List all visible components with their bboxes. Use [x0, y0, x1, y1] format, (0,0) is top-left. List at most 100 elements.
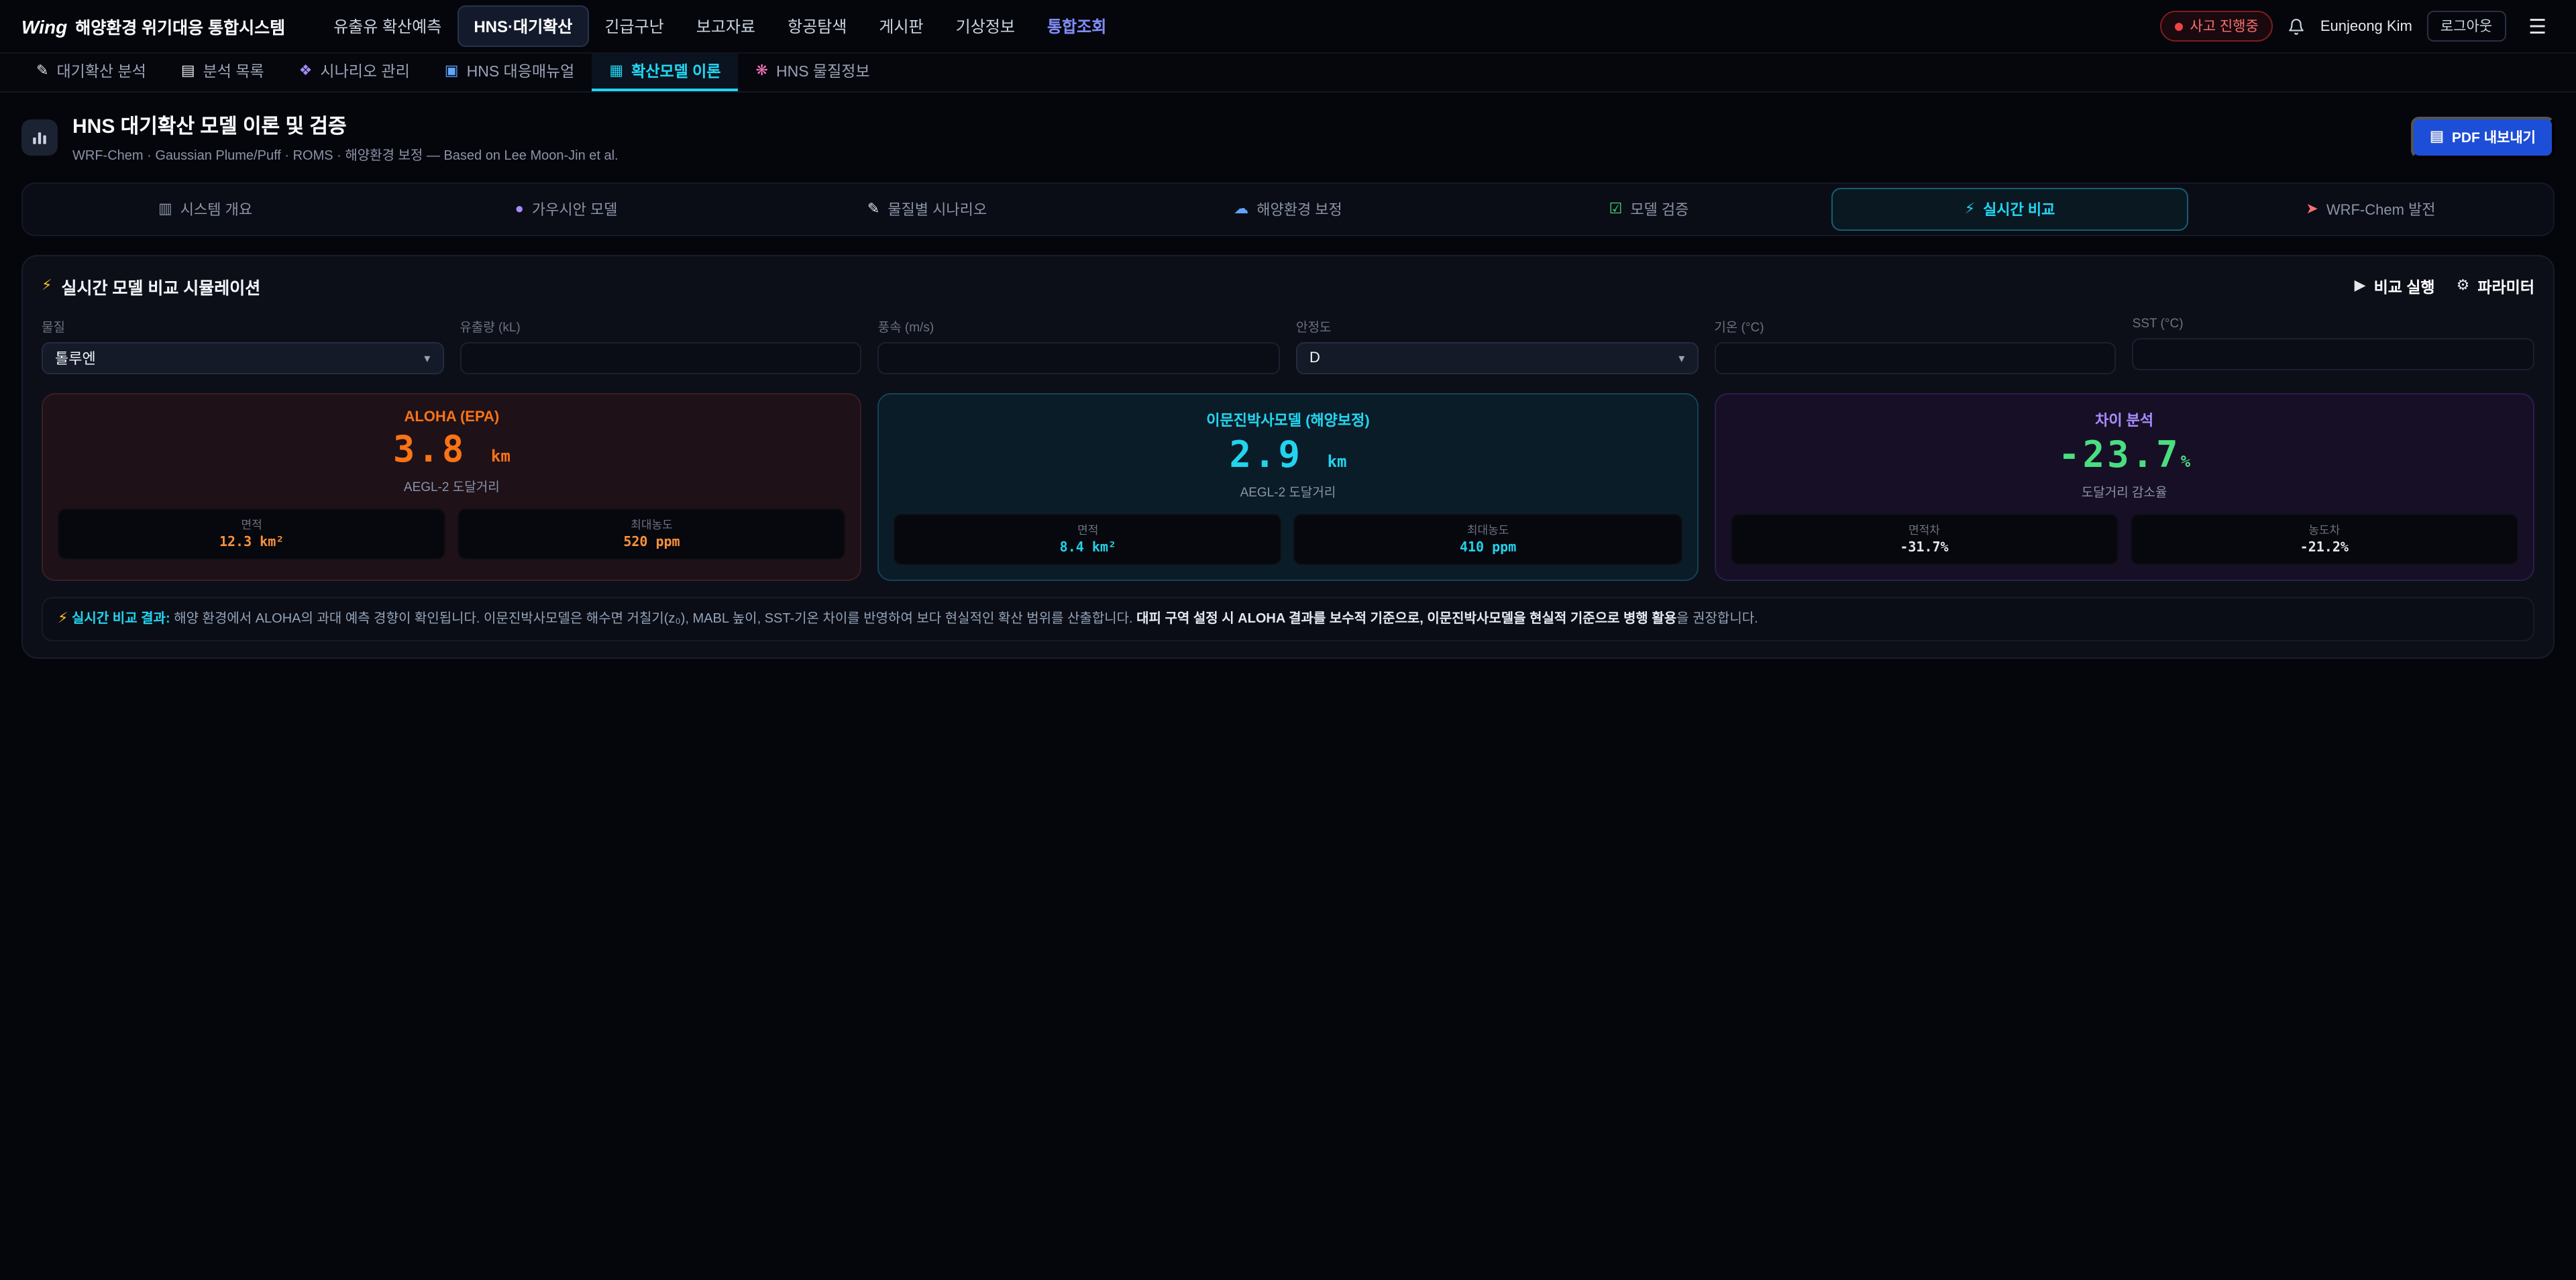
- run-comparison-label: 비교 실행: [2374, 276, 2435, 297]
- field-label: 물질: [42, 317, 443, 335]
- comparison-results: ALOHA (EPA) 3.8 km AEGL-2 도달거리 면적 12.3 k…: [42, 393, 2534, 582]
- section-tab-realtime-comparison[interactable]: ⚡ 실시간 비교: [1831, 188, 2188, 231]
- field-stability: 안정도 D ▾: [1296, 317, 1698, 374]
- note-label: 실시간 비교 결과:: [72, 612, 170, 627]
- play-icon: ▶: [2355, 279, 2366, 294]
- logo-wing-icon: Wing: [21, 15, 67, 37]
- manual-book-icon: ▣: [445, 64, 459, 78]
- nav-item-hns-dispersion[interactable]: HNS·대기확산: [458, 5, 588, 47]
- nav-item-aerial-search[interactable]: 항공탐색: [771, 5, 863, 47]
- chevron-down-icon: ▾: [1678, 351, 1684, 366]
- list-icon: ▤: [181, 64, 195, 78]
- chart-icon: ▦: [609, 64, 623, 78]
- stat-value: -31.7%: [1731, 541, 2116, 556]
- wind-speed-input[interactable]: [878, 342, 1280, 374]
- stat-value: 410 ppm: [1295, 541, 1680, 556]
- tab-analysis-list[interactable]: ▤ 분석 목록: [164, 54, 282, 91]
- nav-item-rescue[interactable]: 긴급구난: [588, 5, 680, 47]
- nav-item-reports[interactable]: 보고자료: [680, 5, 771, 47]
- sub-navbar: ✎ 대기확산 분석 ▤ 분석 목록 ❖ 시나리오 관리 ▣ HNS 대응매뉴얼 …: [0, 54, 2576, 93]
- note-text: 해양 환경에서 ALOHA의 과대 예측 경향이 확인됩니다. 이문진박사모델은…: [174, 612, 1136, 627]
- result-number: 3.8: [393, 429, 467, 471]
- note-text-emphasis: 대피 구역 설정 시 ALOHA 결과를 보수적 기준으로, 이문진박사모델을 …: [1136, 612, 1676, 627]
- scenario-icon: ❖: [299, 64, 313, 78]
- field-substance: 물질 톨루엔 ▾: [42, 317, 443, 374]
- stat-max-concentration: 최대농도 520 ppm: [458, 509, 845, 560]
- field-label: 안정도: [1296, 317, 1698, 335]
- field-air-temp: 기온 (°C): [1714, 317, 2116, 374]
- tab-dispersion-model-theory[interactable]: ▦ 확산모델 이론: [592, 54, 738, 91]
- section-tab-label: 시스템 개요: [180, 199, 252, 220]
- substance-select[interactable]: 톨루엔 ▾: [42, 342, 443, 374]
- tab-hns-substance-info[interactable]: ❋ HNS 물질정보: [739, 54, 888, 91]
- tab-hns-manual[interactable]: ▣ HNS 대응매뉴얼: [427, 54, 592, 91]
- stability-select[interactable]: D ▾: [1296, 342, 1698, 374]
- stat-value: -21.2%: [2132, 541, 2517, 556]
- lightning-icon: ⚡: [58, 611, 68, 627]
- gear-icon: ⚙: [2457, 279, 2470, 294]
- field-sst: SST (°C): [2133, 317, 2534, 374]
- result-caption: AEGL-2 도달거리: [894, 482, 1682, 501]
- stability-select-value: D: [1309, 350, 1320, 366]
- nav-item-oil-spill[interactable]: 유출유 확산예측: [317, 5, 458, 47]
- parameters-button[interactable]: ⚙ 파라미터: [2457, 276, 2534, 297]
- nav-item-weather[interactable]: 기상정보: [940, 5, 1031, 47]
- sst-input[interactable]: [2133, 338, 2534, 370]
- section-tab-label: 모델 검증: [1630, 199, 1688, 220]
- tab-scenario-management[interactable]: ❖ 시나리오 관리: [282, 54, 427, 91]
- air-temp-input[interactable]: [1714, 342, 2116, 374]
- tab-label: 확산모델 이론: [631, 60, 720, 82]
- hamburger-menu-icon[interactable]: ☰: [2520, 13, 2555, 40]
- stat-concentration-diff: 농도차 -21.2%: [2131, 515, 2518, 566]
- field-wind-speed: 풍속 (m/s): [878, 317, 1280, 374]
- check-icon: ☑: [1609, 202, 1623, 217]
- stat-area: 면적 12.3 km²: [58, 509, 445, 560]
- stat-row: 면적차 -31.7% 농도차 -21.2%: [1730, 515, 2518, 566]
- stat-value: 12.3 km²: [59, 536, 444, 551]
- result-unit: %: [2181, 452, 2190, 471]
- molecule-icon: ❋: [756, 64, 768, 78]
- tab-label: HNS 물질정보: [776, 60, 870, 82]
- section-tab-substance-scenarios[interactable]: ✎ 물질별 시나리오: [749, 188, 1106, 231]
- notification-bell-icon[interactable]: [2288, 17, 2306, 36]
- overview-icon: ▥: [158, 202, 172, 217]
- tab-atmos-analysis[interactable]: ✎ 대기확산 분석: [19, 54, 164, 91]
- logout-button[interactable]: 로그아웃: [2427, 11, 2506, 42]
- run-comparison-button[interactable]: ▶ 비교 실행: [2355, 276, 2435, 297]
- section-tab-marine-correction[interactable]: ☁ 해양환경 보정: [1110, 188, 1466, 231]
- nav-item-board[interactable]: 게시판: [863, 5, 939, 47]
- cloud-icon: ☁: [1234, 202, 1248, 217]
- nav-item-integrated-search[interactable]: 통합조회: [1031, 5, 1122, 47]
- app-logo[interactable]: Wing 해양환경 위기대응 통합시스템: [21, 13, 285, 39]
- section-tab-system-overview[interactable]: ▥ 시스템 개요: [27, 188, 384, 231]
- document-icon: ▤: [2430, 130, 2444, 145]
- spill-volume-input[interactable]: [460, 342, 861, 374]
- result-unit: km: [491, 447, 511, 466]
- section-tab-wrf-chem[interactable]: ➤ WRF-Chem 발전: [2192, 188, 2549, 231]
- section-tab-model-validation[interactable]: ☑ 모델 검증: [1470, 188, 1827, 231]
- chevron-down-icon: ▾: [424, 351, 430, 366]
- sim-header: ⚡ 실시간 모델 비교 시뮬레이션 ▶ 비교 실행 ⚙ 파라미터: [42, 274, 2534, 299]
- result-caption: 도달거리 감소율: [1730, 482, 2518, 501]
- stat-row: 면적 8.4 km² 최대농도 410 ppm: [894, 515, 1682, 566]
- section-tab-label: 가우시안 모델: [532, 199, 618, 220]
- stat-label: 최대농도: [1295, 523, 1680, 539]
- section-tab-gaussian-model[interactable]: ● 가우시안 모델: [388, 188, 745, 231]
- parameters-label: 파라미터: [2477, 276, 2534, 297]
- pencil-icon: ✎: [867, 202, 879, 217]
- section-tab-label: 해양환경 보정: [1256, 199, 1342, 220]
- stat-value: 520 ppm: [459, 536, 844, 551]
- stat-max-concentration: 최대농도 410 ppm: [1294, 515, 1682, 566]
- realtime-comparison-panel: ⚡ 실시간 모델 비교 시뮬레이션 ▶ 비교 실행 ⚙ 파라미터 물질 톨루엔: [21, 255, 2555, 659]
- incident-status-badge[interactable]: 사고 진행중: [2160, 11, 2273, 42]
- tab-label: 대기확산 분석: [56, 60, 146, 82]
- sim-actions: ▶ 비교 실행 ⚙ 파라미터: [2355, 276, 2534, 297]
- pdf-export-button[interactable]: ▤ PDF 내보내기: [2411, 117, 2555, 158]
- page-title-group: HNS 대기확산 모델 이론 및 검증 WRF-Chem · Gaussian …: [72, 111, 619, 164]
- stat-label: 농도차: [2132, 523, 2517, 539]
- field-label: 유출량 (kL): [460, 317, 861, 335]
- page-subtitle: WRF-Chem · Gaussian Plume/Puff · ROMS · …: [72, 144, 619, 164]
- result-unit: km: [1328, 452, 1347, 471]
- field-label: SST (°C): [2133, 317, 2534, 331]
- field-spill-volume: 유출량 (kL): [460, 317, 861, 374]
